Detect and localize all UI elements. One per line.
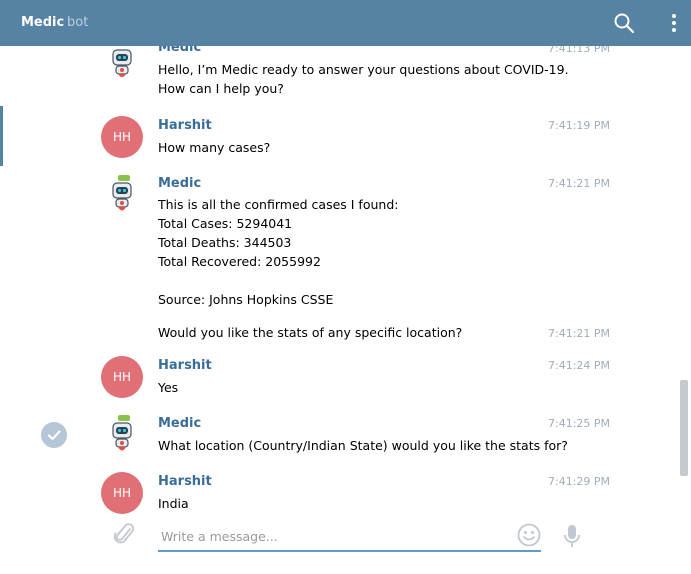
- sender-name[interactable]: Harshit: [158, 358, 212, 373]
- robot-avatar[interactable]: [101, 46, 143, 82]
- robot-avatar[interactable]: [101, 174, 143, 216]
- user-avatar[interactable]: HH: [101, 356, 143, 398]
- message-time: 7:41:13 PM: [548, 46, 611, 55]
- microphone-icon[interactable]: [563, 523, 581, 549]
- message-time: 7:41:21 PM: [548, 177, 611, 190]
- message-time: 7:41:29 PM: [548, 475, 611, 488]
- user-avatar[interactable]: HH: [101, 116, 143, 158]
- more-vertical-icon[interactable]: [664, 11, 684, 35]
- sender-name[interactable]: Harshit: [158, 474, 212, 489]
- message-text: India: [158, 496, 189, 511]
- message-time: 7:41:25 PM: [548, 417, 611, 430]
- message-text: How many cases?: [158, 140, 271, 155]
- sender-name[interactable]: Medic: [158, 46, 201, 55]
- sender-name[interactable]: Medic: [158, 176, 201, 191]
- scrollbar[interactable]: [680, 380, 688, 476]
- message-text: What location (Country/Indian State) wou…: [158, 438, 568, 453]
- message-input[interactable]: [158, 522, 541, 552]
- message-time: 7:41:24 PM: [548, 359, 611, 372]
- sender-name[interactable]: Medic: [158, 416, 201, 431]
- message-text: Yes: [158, 380, 179, 395]
- message-time: 7:41:21 PM: [548, 327, 611, 340]
- robot-avatar[interactable]: [101, 414, 143, 456]
- chat-subtitle: bot: [67, 15, 89, 30]
- sender-name[interactable]: Harshit: [158, 118, 212, 133]
- message-text: Hello, I’m Medic ready to answer your qu…: [158, 62, 569, 96]
- selection-indicator: [0, 106, 3, 166]
- message-text: Would you like the stats of any specific…: [158, 325, 463, 340]
- message-list[interactable]: Medic 7:41:13 PM Hello, I’m Medic ready …: [0, 46, 691, 520]
- message-text: This is all the confirmed cases I found:…: [158, 197, 399, 307]
- user-avatar[interactable]: HH: [101, 472, 143, 514]
- paperclip-icon[interactable]: [113, 521, 137, 547]
- chat-header: Medic bot: [0, 0, 691, 46]
- search-icon[interactable]: [612, 11, 636, 35]
- message-time: 7:41:19 PM: [548, 119, 611, 132]
- chat-title[interactable]: Medic: [21, 15, 64, 30]
- check-icon[interactable]: [41, 422, 67, 448]
- emoji-icon[interactable]: [517, 523, 541, 547]
